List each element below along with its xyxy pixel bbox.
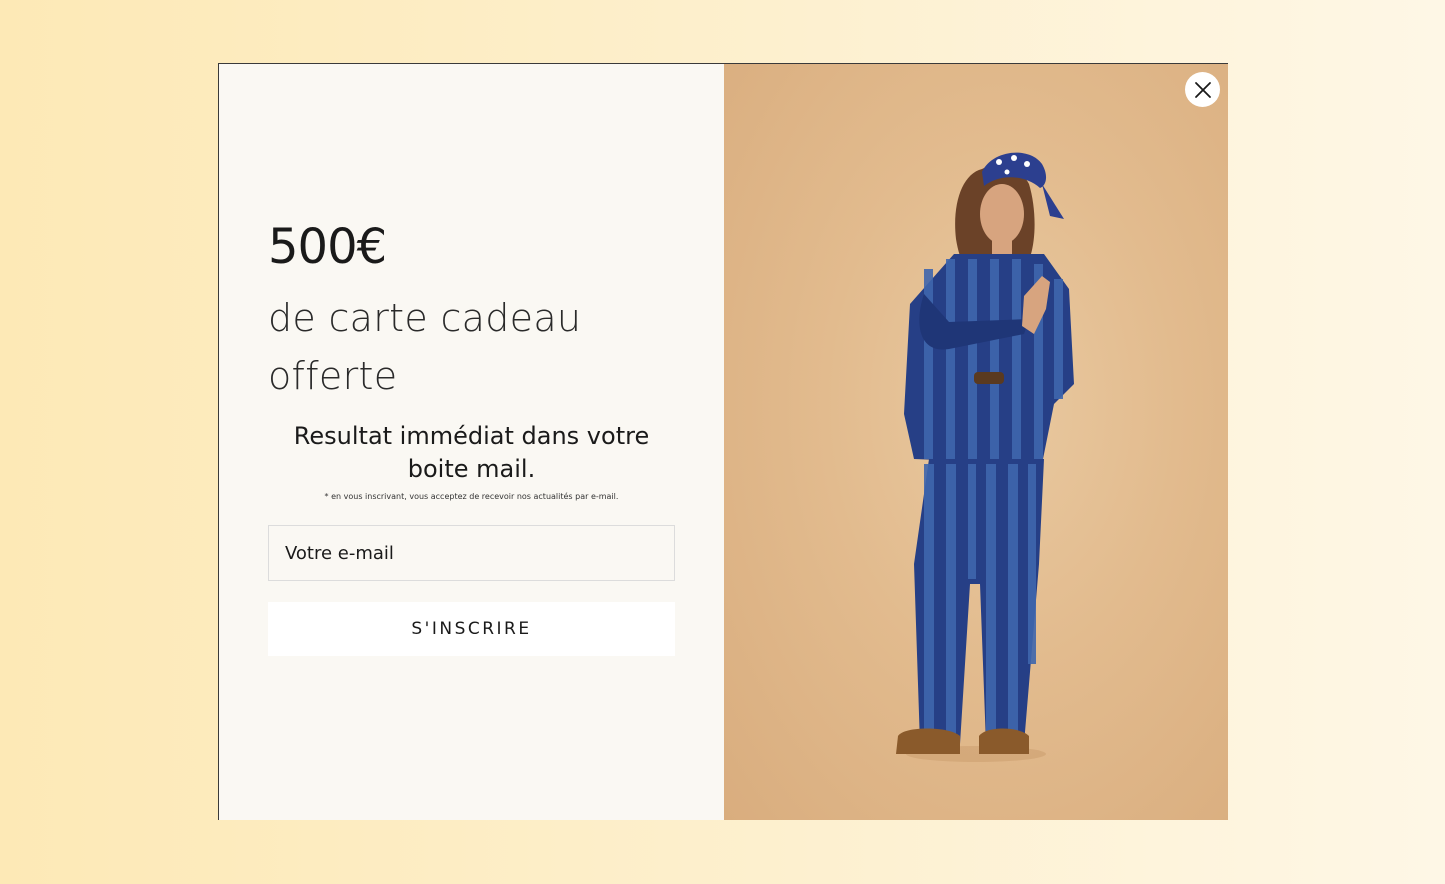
consent-disclaimer: * en vous inscrivant, vous acceptez de r… — [324, 492, 619, 501]
close-button[interactable] — [1185, 72, 1220, 107]
gift-card-subtitle: de carte cadeau offerte — [268, 296, 582, 398]
gift-card-amount: 500€ — [268, 219, 387, 275]
model-photo — [723, 64, 1228, 820]
result-message: Resultat immédiat dans votre boite mail. — [293, 422, 650, 483]
subscribe-button[interactable]: S'INSCRIRE — [268, 602, 675, 656]
popup-content-panel: 500€ de carte cadeau offerte Resultat im… — [219, 64, 724, 820]
newsletter-popup: 500€ de carte cadeau offerte Resultat im… — [218, 63, 1228, 820]
email-field[interactable] — [268, 525, 675, 581]
model-photo-illustration — [895, 152, 1074, 762]
close-icon — [1194, 81, 1211, 98]
